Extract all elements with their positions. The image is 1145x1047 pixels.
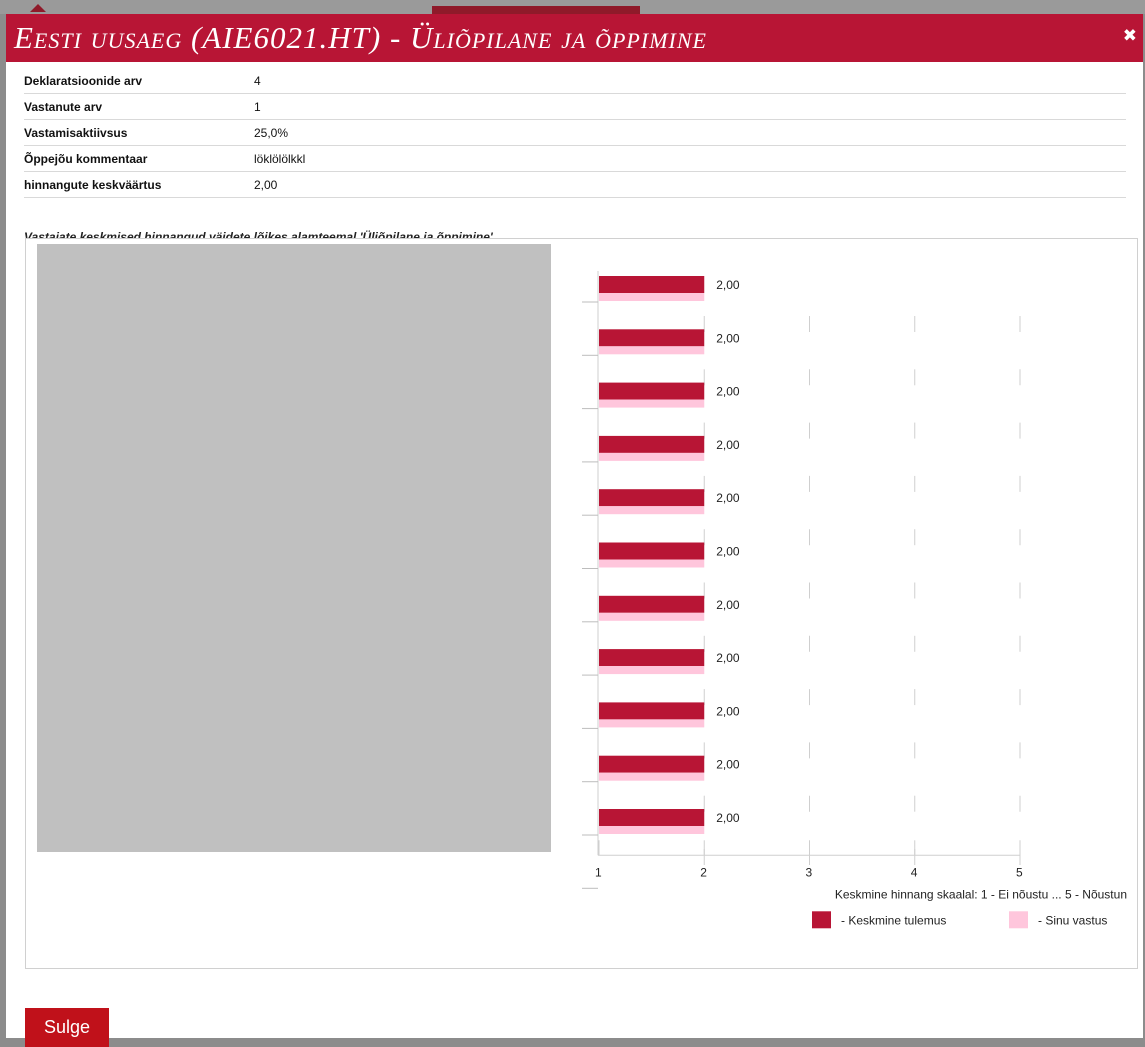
x-tick-label: 3 (806, 865, 813, 879)
bar-average (599, 489, 705, 507)
bar-your-answer (599, 399, 705, 408)
data-label: 2,00 (716, 331, 740, 345)
stat-label: Vastanute arv (24, 99, 103, 114)
bar-average (599, 329, 705, 347)
chart-container: 2,00 2,00 2,00 2,00 2,00 2,00 2,00 2,00 2,00 2,00… (25, 238, 1138, 969)
stat-value: 25,0% (254, 125, 289, 140)
x-tick-label: 5 (1016, 865, 1023, 879)
legend-swatch-your-answer (1009, 911, 1028, 929)
bar-average (599, 809, 705, 826)
background-tab (432, 6, 640, 14)
bar-your-answer (599, 772, 705, 781)
bar-average (599, 649, 705, 667)
data-label: 2,00 (716, 651, 740, 665)
legend-label-average: - Keskmine tulemus (841, 913, 946, 927)
bar-average (599, 755, 705, 773)
stat-value: 2,00 (254, 177, 278, 192)
stat-label: Õppejõu kommentaar (24, 151, 148, 166)
stat-value: löklölölkkl (254, 151, 306, 166)
bar-average (599, 542, 705, 560)
bar-your-answer (599, 452, 705, 461)
bar-your-answer (599, 826, 705, 834)
bar-your-answer (599, 612, 705, 621)
data-label: 2,00 (716, 704, 740, 718)
bar-your-answer (599, 293, 705, 301)
stat-label: Deklaratsioonide arv (24, 73, 143, 88)
close-button[interactable]: Sulge (25, 1008, 109, 1047)
dialog-title: Eesti uusaeg (AIE6021.HT) - Üliõpilane j… (14, 20, 707, 55)
stats-table: Deklaratsioonide arv 4 Vastanute arv 1 V… (24, 68, 1126, 198)
data-label: 2,00 (716, 491, 740, 505)
dialog-titlebar: Eesti uusaeg (AIE6021.HT) - Üliõpilane j… (6, 14, 1143, 62)
legend-swatch-average (812, 911, 831, 929)
background-arrow-icon (30, 4, 46, 12)
bar-your-answer (599, 666, 705, 675)
stat-label: Vastamisaktiivsus (24, 125, 128, 140)
stat-value: 1 (254, 99, 261, 114)
stat-row-average: hinnangute keskväärtus 2,00 (24, 172, 1126, 198)
stat-row-response-rate: Vastamisaktiivsus 25,0% (24, 120, 1126, 146)
x-axis-label: Keskmine hinnang skaalal: 1 - Ei nõustu … (835, 887, 1127, 901)
bar-average (599, 595, 705, 613)
data-label: 2,00 (716, 438, 740, 452)
data-label: 2,00 (716, 545, 740, 559)
stat-value: 4 (254, 73, 261, 88)
stat-row-teacher-comment: Õppejõu kommentaar löklölölkkl (24, 146, 1126, 172)
results-dialog: Eesti uusaeg (AIE6021.HT) - Üliõpilane j… (6, 14, 1143, 1047)
bar-average (599, 276, 705, 293)
stat-label: hinnangute keskväärtus (24, 177, 162, 192)
data-label: 2,00 (716, 598, 740, 612)
bar-chart: 2,00 2,00 2,00 2,00 2,00 2,00 2,00 2,00 2,00 2,00… (582, 271, 1127, 929)
bar-your-answer (599, 346, 705, 355)
bar-average (599, 435, 705, 453)
stat-row-respondents: Vastanute arv 1 (24, 94, 1126, 120)
x-tick-label: 2 (700, 865, 707, 879)
x-tick-label: 1 (595, 865, 602, 879)
data-label: 2,00 (716, 758, 740, 772)
close-icon[interactable]: ✖ (1123, 26, 1137, 46)
bar-average (599, 702, 705, 720)
stat-row-declarations: Deklaratsioonide arv 4 (24, 68, 1126, 94)
bar-average (599, 382, 705, 400)
legend-label-your-answer: - Sinu vastus (1038, 913, 1107, 927)
data-label: 2,00 (716, 385, 740, 399)
data-label: 2,00 (716, 278, 740, 292)
bar-your-answer (599, 506, 705, 515)
data-label: 2,00 (716, 811, 740, 825)
bar-your-answer (599, 719, 705, 728)
x-tick-label: 4 (911, 865, 918, 879)
bar-your-answer (599, 559, 705, 568)
